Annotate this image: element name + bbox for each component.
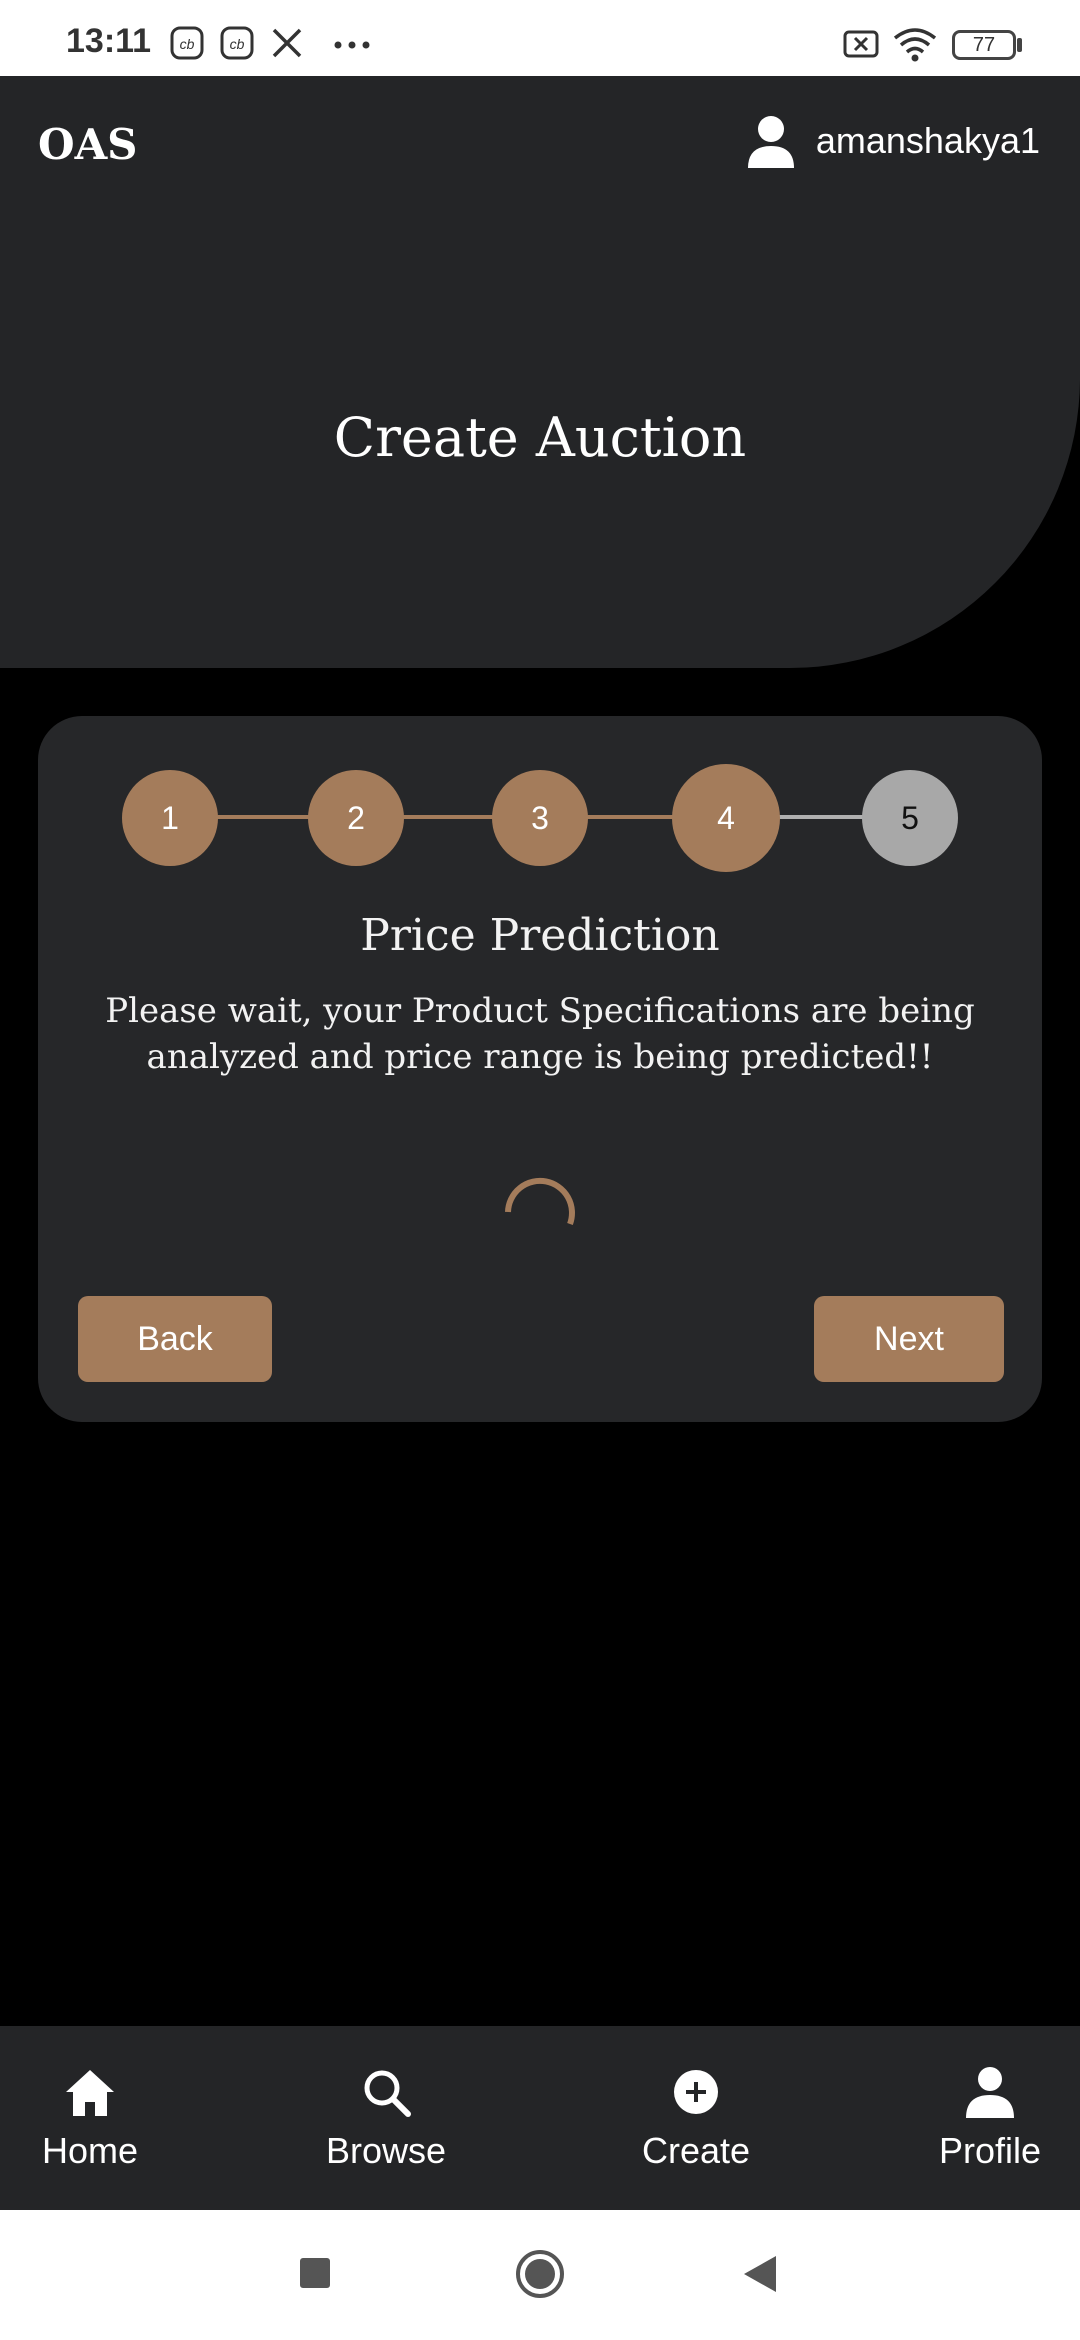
user-menu[interactable]: amanshakya1 [746, 114, 1040, 168]
app-screen: 13:11 cb cb 77 OAS amanshakya1 Create Au… [0, 0, 1080, 2340]
recent-apps-icon[interactable] [298, 2256, 332, 2290]
brand-logo[interactable]: OAS [38, 120, 138, 169]
page-title: Create Auction [333, 406, 747, 469]
home-button-icon[interactable] [514, 2248, 566, 2300]
no-sim-icon [843, 30, 879, 58]
user-icon [747, 116, 794, 168]
back-triangle-icon[interactable] [742, 2254, 778, 2294]
nav-profile-label: Profile [938, 2130, 1042, 2171]
nav-browse[interactable]: Browse [296, 2064, 476, 2172]
username: amanshakya1 [815, 120, 1040, 161]
nav-profile[interactable]: Profile [900, 2064, 1080, 2172]
system-nav-bar [0, 2210, 1080, 2340]
more-dots-icon [334, 41, 370, 49]
bottom-nav: Home Browse Create Profile [0, 2026, 1080, 2210]
create-auction-card: 1 2 3 4 5 Price Prediction Please wait, … [38, 716, 1042, 1422]
status-bar: 13:11 cb cb 77 [0, 0, 1080, 76]
x-app-icon [272, 28, 302, 58]
step-5[interactable]: 5 [862, 770, 958, 866]
nav-home[interactable]: Home [0, 2064, 180, 2172]
nav-create[interactable]: Create [606, 2064, 786, 2172]
step-3[interactable]: 3 [492, 770, 588, 866]
nav-create-label: Create [641, 2130, 751, 2171]
battery-tip [1017, 38, 1022, 52]
step-2[interactable]: 2 [308, 770, 404, 866]
nav-home-label: Home [41, 2130, 139, 2171]
wifi-icon [893, 28, 937, 62]
cb-app-icon: cb [220, 26, 254, 60]
status-time: 13:11 [66, 22, 152, 60]
step-4-current[interactable]: 4 [672, 764, 780, 872]
step-1[interactable]: 1 [122, 770, 218, 866]
stepper: 1 2 3 4 5 [38, 762, 1042, 872]
battery-icon: 77 [952, 30, 1016, 60]
section-description: Please wait, your Product Specifications… [105, 991, 975, 1077]
section-title: Price Prediction [360, 910, 720, 961]
loading-spinner-icon [505, 1177, 575, 1226]
back-button[interactable]: Back [78, 1296, 272, 1382]
page-header: OAS amanshakya1 Create Auction [0, 76, 1080, 668]
svg-text:cb: cb [230, 36, 245, 52]
add-circle-icon [674, 2070, 718, 2114]
nav-browse-label: Browse [325, 2130, 447, 2171]
cb-app-icon: cb [170, 26, 204, 60]
search-icon [364, 2070, 411, 2117]
next-button[interactable]: Next [814, 1296, 1004, 1382]
home-icon [66, 2070, 114, 2116]
svg-text:cb: cb [180, 36, 195, 52]
profile-icon [966, 2067, 1014, 2118]
